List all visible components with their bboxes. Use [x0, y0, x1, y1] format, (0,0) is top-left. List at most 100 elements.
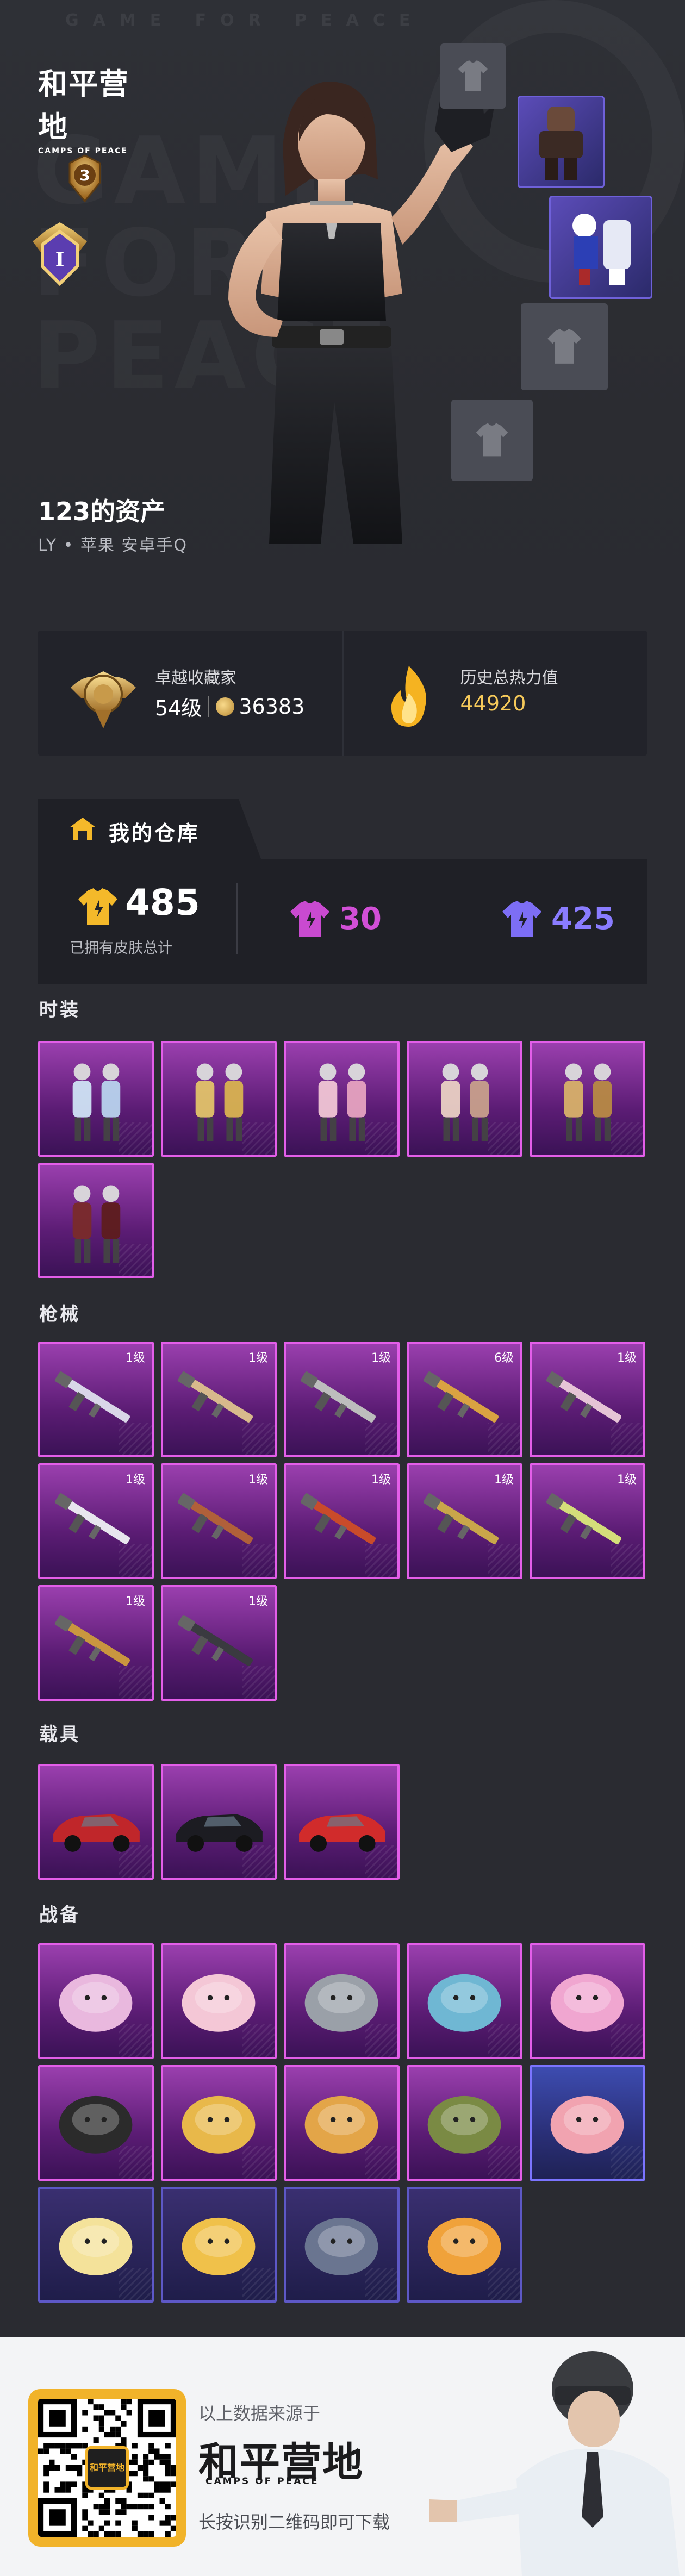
weapons-item-card[interactable]: 6级 — [407, 1342, 522, 1457]
collector-coins: 36383 — [239, 694, 305, 719]
gear-item-card[interactable] — [284, 1943, 400, 2059]
vehicles-item-image — [163, 1766, 275, 1878]
gear-item-image — [286, 2067, 397, 2179]
item-level-label: 1级 — [126, 1351, 145, 1365]
purple-skin-count: 30 — [288, 900, 382, 938]
flame-icon — [391, 666, 426, 727]
fashion-item-image — [163, 1043, 275, 1155]
footer-source-text: 以上数据来源于 — [198, 2403, 321, 2424]
outfit-sailor-icon — [572, 214, 631, 285]
vehicles-item-card[interactable] — [284, 1764, 400, 1880]
wardrobe-slot-outfit-2[interactable] — [549, 196, 652, 299]
gear-item-card[interactable] — [530, 2065, 645, 2181]
weapons-item-card[interactable]: 1级 — [38, 1585, 154, 1701]
weapons-item-card[interactable]: 1级 — [407, 1463, 522, 1579]
gear-item-image — [286, 2189, 397, 2300]
gear-item-image — [163, 1945, 275, 2057]
gear-item-card[interactable] — [161, 2065, 277, 2181]
wardrobe-slot-empty-3[interactable] — [451, 400, 533, 481]
gear-item-image — [409, 2189, 520, 2300]
gear-item-card[interactable] — [38, 1943, 154, 2059]
shirt-icon — [547, 328, 581, 364]
skin-shirt-purple-icon — [290, 901, 329, 937]
gear-item-image — [163, 2067, 275, 2179]
outfit-armor-icon — [539, 107, 583, 180]
heat-stat: 历史总热力值 44920 — [341, 631, 647, 756]
player-platform-info: LY • 苹果 安卓手Q — [38, 536, 188, 555]
vehicles-item-image — [286, 1766, 397, 1878]
heat-value: 44920 — [460, 691, 526, 715]
item-level-label: 1级 — [248, 1595, 268, 1608]
divider — [236, 883, 238, 954]
gear-item-card[interactable] — [530, 1943, 645, 2059]
qr-center-logo: 和平营地 — [85, 2446, 129, 2490]
fashion-item-image — [40, 1165, 152, 1276]
fashion-item-card[interactable] — [530, 1041, 645, 1157]
gear-item-card[interactable] — [284, 2065, 400, 2181]
item-level-label: 1级 — [126, 1473, 145, 1487]
fashion-item-card[interactable] — [161, 1041, 277, 1157]
collector-stat: 卓越收藏家 54级 36383 — [38, 631, 342, 756]
weapons-item-card[interactable]: 1级 — [284, 1463, 400, 1579]
item-level-label: 1级 — [248, 1351, 268, 1365]
skin-shirt-blue-icon — [502, 901, 541, 937]
fashion-item-card[interactable] — [38, 1041, 154, 1157]
fashion-grid — [38, 1041, 645, 1278]
warehouse-icon — [70, 818, 96, 840]
svg-text:3: 3 — [79, 166, 90, 184]
weapons-item-card[interactable]: 1级 — [530, 1463, 645, 1579]
vehicles-item-card[interactable] — [161, 1764, 277, 1880]
weapons-item-card[interactable]: 1级 — [38, 1342, 154, 1457]
category-title-fashion: 时装 — [39, 999, 80, 1021]
wardrobe-slot-outfit-1[interactable] — [518, 96, 605, 188]
player-name: 123的资产 — [38, 497, 166, 526]
gear-item-image — [40, 1945, 152, 2057]
category-title-gear: 战备 — [39, 1904, 80, 1926]
season-badge-icon: 3 — [68, 154, 101, 203]
gear-item-image — [532, 2067, 643, 2179]
fashion-item-image — [409, 1043, 520, 1155]
fashion-item-card[interactable] — [407, 1041, 522, 1157]
divider — [208, 696, 210, 717]
gear-item-image — [532, 1945, 643, 2057]
stats-bar: 卓越收藏家 54级 36383 历史总热力值 44920 — [38, 631, 647, 756]
weapons-item-card[interactable]: 1级 — [38, 1463, 154, 1579]
weapons-item-card[interactable]: 1级 — [161, 1463, 277, 1579]
wardrobe-slot-empty-2[interactable] — [521, 303, 608, 390]
weapons-item-card[interactable]: 1级 — [161, 1342, 277, 1457]
footer-logo-sub: CAMPS OF PEACE — [205, 2476, 319, 2487]
fashion-item-card[interactable] — [284, 1041, 400, 1157]
gear-item-card[interactable] — [38, 2187, 154, 2303]
category-title-vehicles: 载具 — [39, 1724, 80, 1745]
weapons-item-card[interactable]: 1级 — [161, 1585, 277, 1701]
gear-item-card[interactable] — [161, 2187, 277, 2303]
hero-watermark: GAME FOR PEACE — [65, 11, 425, 30]
gear-item-card[interactable] — [38, 2065, 154, 2181]
vehicles-grid — [38, 1764, 645, 1880]
item-level-label: 1级 — [126, 1595, 145, 1608]
hero-section: GAME FOR PEACE GAMEFORPEACE 和平营地 CAMPS O… — [0, 0, 685, 603]
skin-shirt-gold-icon — [78, 888, 117, 925]
vehicles-item-card[interactable] — [38, 1764, 154, 1880]
gear-item-card[interactable] — [407, 2187, 522, 2303]
fashion-item-card[interactable] — [38, 1163, 154, 1278]
gear-item-card[interactable] — [161, 1943, 277, 2059]
fashion-item-image — [286, 1043, 397, 1155]
item-level-label: 1级 — [617, 1473, 637, 1487]
gear-item-image — [40, 2067, 152, 2179]
gear-item-card[interactable] — [407, 2065, 522, 2181]
shirt-icon — [458, 60, 488, 91]
item-level-label: 1级 — [617, 1351, 637, 1365]
weapons-item-card[interactable]: 1级 — [530, 1342, 645, 1457]
category-title-weapons: 枪械 — [39, 1303, 80, 1325]
qr-code[interactable]: 和平营地 — [28, 2389, 186, 2547]
weapons-item-card[interactable]: 1级 — [284, 1342, 400, 1457]
blue-skin-count: 425 — [500, 900, 615, 938]
gear-item-image — [409, 1945, 520, 2057]
warehouse-tab[interactable]: 我的仓库 — [38, 799, 261, 859]
gear-item-card[interactable] — [407, 1943, 522, 2059]
gear-item-card[interactable] — [284, 2187, 400, 2303]
svg-text:I: I — [55, 248, 65, 271]
wardrobe-slot-empty-1[interactable] — [440, 43, 506, 109]
shirt-icon — [476, 423, 508, 457]
